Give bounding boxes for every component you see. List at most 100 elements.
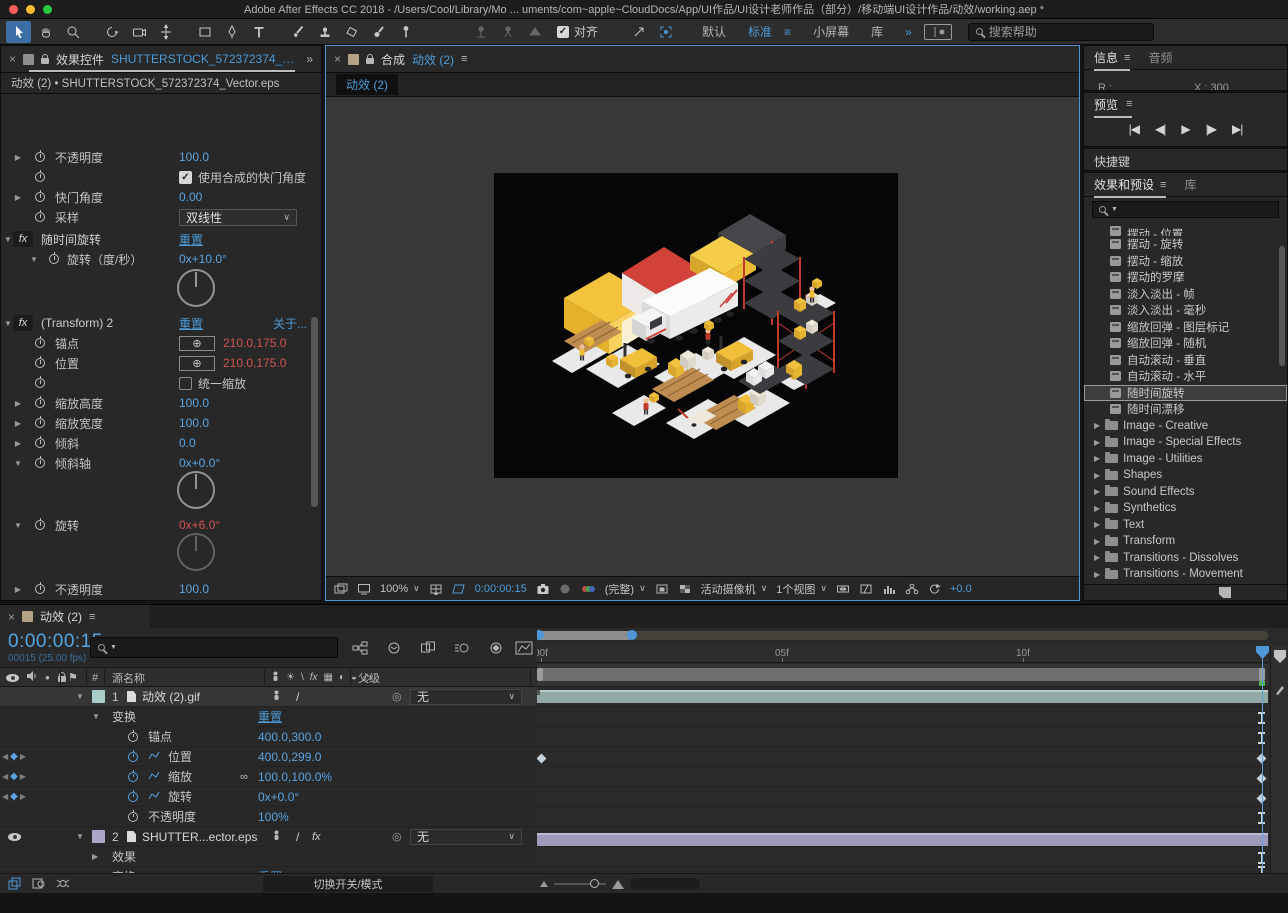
prev-keyframe-icon[interactable]: ◀ bbox=[2, 752, 8, 761]
zoom-slider-handle[interactable] bbox=[590, 879, 599, 888]
roto-brush-tool[interactable] bbox=[366, 21, 391, 43]
expand-icon[interactable]: ▶ bbox=[13, 585, 23, 594]
minimize-window-button[interactable] bbox=[26, 5, 35, 14]
preset-folder[interactable]: ▶Shapes bbox=[1084, 467, 1287, 484]
property-value[interactable]: 0x+10.0° bbox=[179, 252, 227, 266]
zoom-handle-right[interactable] bbox=[627, 630, 637, 640]
share-view-icon[interactable] bbox=[836, 583, 850, 595]
play-button[interactable]: ▶ bbox=[1181, 122, 1189, 136]
stopwatch-icon[interactable] bbox=[35, 338, 45, 348]
effect-header-transform[interactable]: ▼ fx (Transform) 2 重置 关于... bbox=[1, 313, 321, 333]
lock-icon[interactable] bbox=[366, 58, 374, 64]
property-value[interactable]: 100.0 bbox=[179, 416, 209, 430]
tab-info[interactable]: 信息≡ bbox=[1094, 49, 1130, 66]
comp-name[interactable]: 动效 (2) bbox=[412, 51, 454, 68]
next-keyframe-icon[interactable]: ▶ bbox=[20, 792, 26, 801]
prev-keyframe-icon[interactable]: ◀ bbox=[2, 772, 8, 781]
transparency-grid-icon[interactable] bbox=[678, 583, 692, 595]
prev-keyframe-icon[interactable]: ◀ bbox=[2, 792, 8, 801]
new-preset-icon[interactable] bbox=[1219, 587, 1231, 598]
first-frame-button[interactable]: |◀ bbox=[1129, 122, 1139, 136]
prop-row-rotation[interactable]: ◀◆▶ 旋转 0x+0.0° bbox=[0, 787, 537, 807]
pen-tool[interactable] bbox=[219, 21, 244, 43]
reset-exposure-icon[interactable] bbox=[928, 583, 941, 595]
hand-tool[interactable] bbox=[33, 21, 58, 43]
stopwatch-icon[interactable] bbox=[35, 418, 45, 428]
property-value[interactable]: 400.0,300.0 bbox=[258, 730, 321, 744]
effect-switch-icon[interactable]: fx bbox=[310, 672, 318, 683]
audio-column-icon[interactable] bbox=[27, 671, 37, 684]
rotation-dial-dim[interactable] bbox=[177, 533, 215, 571]
layer-row-2[interactable]: ▼ 2 SHUTTER...ector.eps / fx ◎ 无∨ bbox=[0, 827, 537, 847]
property-value[interactable]: 0x+6.0° bbox=[179, 518, 220, 532]
zoom-in-icon[interactable] bbox=[612, 880, 624, 889]
stopwatch-icon[interactable] bbox=[35, 398, 45, 408]
sampling-dropdown[interactable]: 双线性∨ bbox=[179, 209, 297, 226]
property-value[interactable]: 100% bbox=[258, 810, 289, 824]
pan-behind-tool[interactable] bbox=[153, 21, 178, 43]
stopwatch-icon[interactable] bbox=[35, 520, 45, 530]
preset-item-clipped[interactable]: 摆动 - 位置 bbox=[1084, 226, 1287, 236]
diagonal-arrow-icon[interactable] bbox=[626, 21, 651, 43]
stopwatch-icon[interactable] bbox=[35, 172, 45, 182]
expand-layers-icon[interactable] bbox=[8, 877, 22, 890]
show-channel-icon[interactable] bbox=[580, 583, 596, 595]
expand-icon[interactable]: ▶ bbox=[1094, 504, 1100, 513]
property-value[interactable]: 210.0,175.0 bbox=[223, 336, 286, 350]
expand-icon[interactable]: ▶ bbox=[13, 399, 23, 408]
group-row-effects[interactable]: ▶ 效果 bbox=[0, 847, 537, 867]
preset-item[interactable]: 淡入淡出 - 帧 bbox=[1084, 286, 1287, 303]
stopwatch-icon[interactable] bbox=[35, 378, 45, 388]
preset-item[interactable]: 缩放回弹 - 图层标记 bbox=[1084, 319, 1287, 336]
workspace-default[interactable]: 默认 bbox=[702, 23, 726, 40]
expand-icon[interactable]: ▶ bbox=[13, 419, 23, 428]
panel-target-name[interactable]: SHUTTERSTOCK_572372374_Vec bbox=[111, 52, 301, 66]
view-layout[interactable]: 1个视图 bbox=[776, 581, 815, 597]
expand-icon[interactable]: ▶ bbox=[13, 153, 23, 162]
effect-header-spin[interactable]: ▼ fx 随时间旋转 重置 bbox=[1, 229, 321, 249]
region-of-interest-icon[interactable] bbox=[452, 583, 466, 595]
window-controls[interactable] bbox=[9, 5, 52, 14]
property-value[interactable]: 0x+0.0° bbox=[258, 790, 299, 804]
video-column-icon[interactable] bbox=[6, 674, 19, 682]
composition-tab[interactable]: × 合成 动效 (2) ≡ bbox=[326, 46, 1079, 73]
help-search-field[interactable]: 搜索帮助 bbox=[968, 23, 1154, 41]
graph-editor-icon[interactable] bbox=[512, 637, 536, 659]
preset-folder[interactable]: ▶Transform bbox=[1084, 533, 1287, 550]
workspace-small-screen[interactable]: 小屏幕 bbox=[813, 23, 849, 40]
type-tool[interactable] bbox=[246, 21, 271, 43]
local-axis-mode-icon[interactable] bbox=[468, 21, 493, 43]
expand-icon[interactable]: ▶ bbox=[1094, 454, 1100, 463]
exposure-value[interactable]: +0.0 bbox=[950, 583, 972, 595]
collapse-icon[interactable]: ▼ bbox=[76, 692, 84, 701]
preset-item[interactable]: 摆动的罗摩 bbox=[1084, 269, 1287, 286]
current-time-display[interactable]: 0:00:00:15 bbox=[8, 631, 103, 653]
previous-frame-button[interactable]: ◀| bbox=[1155, 122, 1165, 136]
preset-folder[interactable]: ▶Text bbox=[1084, 517, 1287, 534]
solo-column-icon[interactable]: ● bbox=[45, 673, 50, 682]
flowchart-icon[interactable] bbox=[905, 583, 919, 595]
collapse-icon[interactable]: ▼ bbox=[76, 832, 84, 841]
rotation-tool[interactable] bbox=[99, 21, 124, 43]
panel-menu-icon[interactable]: ≡ bbox=[1124, 52, 1130, 64]
always-preview-icon[interactable] bbox=[334, 583, 348, 595]
stopwatch-icon[interactable] bbox=[35, 212, 45, 222]
last-frame-button[interactable]: ▶| bbox=[1232, 122, 1242, 136]
parent-pickwhip-icon[interactable]: ◎ bbox=[392, 830, 402, 843]
checkbox-checked[interactable]: ✓ bbox=[179, 171, 192, 184]
monitor-icon[interactable] bbox=[357, 583, 371, 595]
next-frame-button[interactable]: |▶ bbox=[1206, 122, 1216, 136]
lock-icon[interactable] bbox=[41, 58, 49, 64]
snap-control[interactable]: ✓ 对齐 bbox=[557, 23, 598, 40]
collapse-switch-icon[interactable]: ☀ bbox=[286, 672, 295, 683]
close-panel-icon[interactable]: × bbox=[334, 52, 341, 66]
shy-switch-icon[interactable] bbox=[271, 671, 280, 685]
reset-link[interactable]: 重置 bbox=[258, 708, 282, 725]
expand-icon[interactable]: ▶ bbox=[1094, 553, 1100, 562]
stopwatch-icon[interactable] bbox=[49, 254, 59, 264]
expand-icon[interactable]: ▶ bbox=[1094, 438, 1100, 447]
eraser-tool[interactable] bbox=[339, 21, 364, 43]
stopwatch-icon-active[interactable] bbox=[128, 772, 138, 782]
collapse-icon[interactable]: ▼ bbox=[29, 255, 39, 264]
parent-dropdown[interactable]: 无∨ bbox=[410, 689, 522, 705]
